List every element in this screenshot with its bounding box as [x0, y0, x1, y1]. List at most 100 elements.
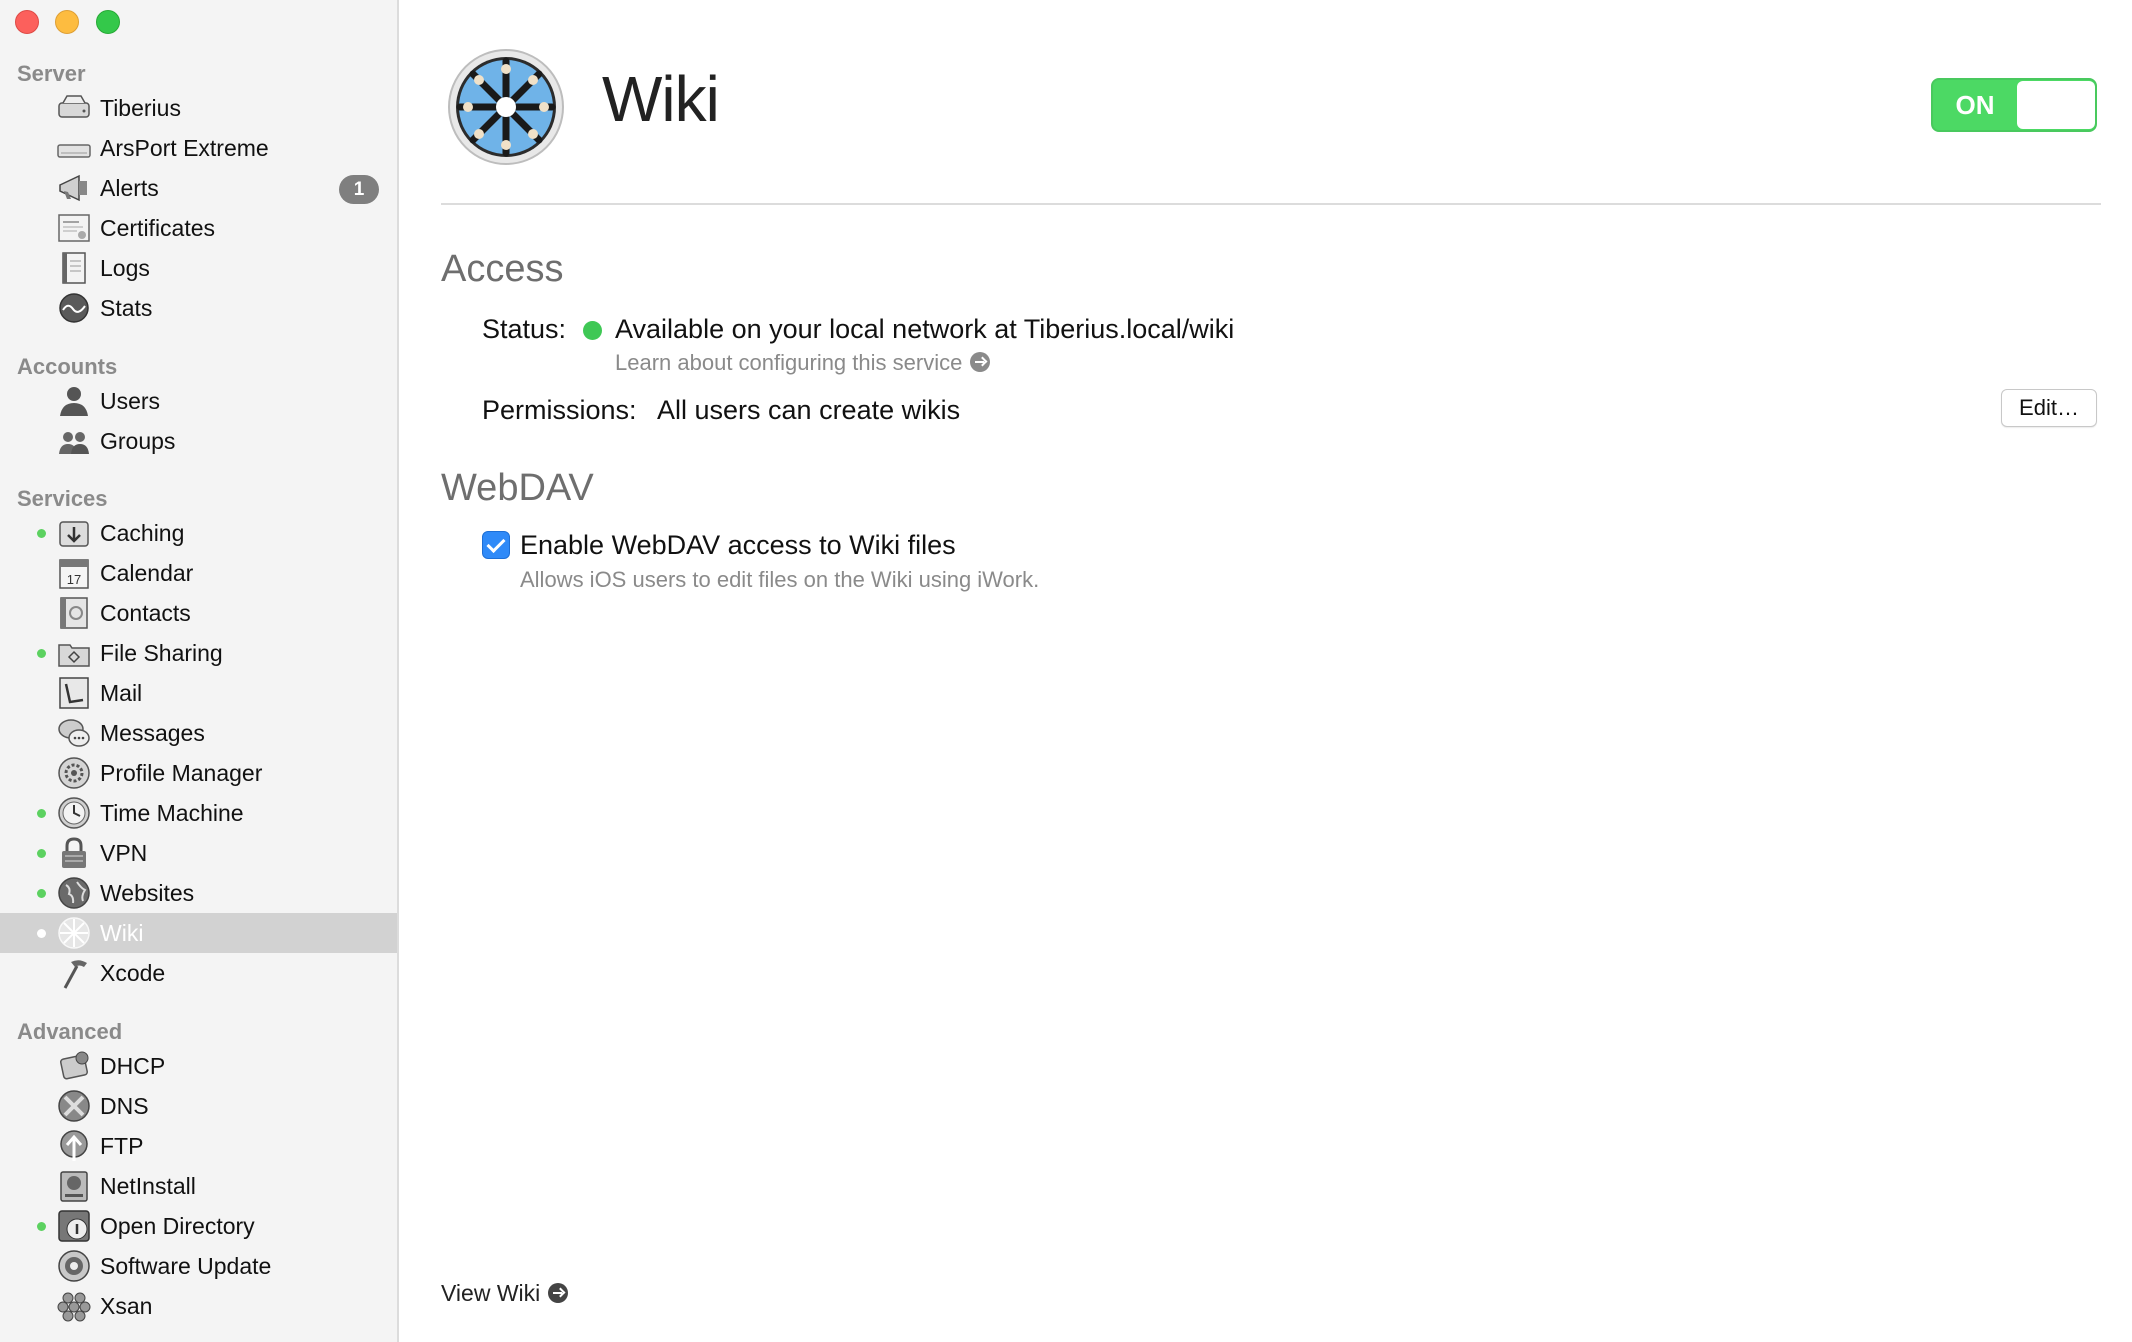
server-icon	[57, 91, 91, 125]
sidebar-item-label: Xsan	[100, 1293, 153, 1319]
permissions-label: Permissions:	[482, 395, 637, 425]
status-indicator-dot	[583, 321, 602, 340]
software-update-icon	[57, 1249, 91, 1283]
ftp-icon	[57, 1129, 91, 1163]
sidebar-item-logs[interactable]: Logs	[0, 248, 397, 288]
sidebar-item-caching[interactable]: Caching	[0, 513, 397, 553]
sidebar-item-users[interactable]: Users	[0, 381, 397, 421]
dhcp-icon	[57, 1049, 91, 1083]
enable-webdav-checkbox[interactable]	[482, 531, 510, 559]
window-minimize-button[interactable]	[55, 10, 79, 34]
main-panel: Wiki ON Access Status: Available on your…	[399, 0, 2132, 1342]
section-header-advanced: Advanced	[17, 1019, 123, 1044]
sidebar-item-vpn[interactable]: VPN	[0, 833, 397, 873]
sidebar-item-label: Alerts	[100, 175, 159, 201]
sidebar-item-groups[interactable]: Groups	[0, 421, 397, 461]
user-icon	[57, 384, 91, 418]
sidebar-item-netinstall[interactable]: NetInstall	[0, 1166, 397, 1206]
sidebar-item-software-update[interactable]: Software Update	[0, 1246, 397, 1286]
sidebar-item-dhcp[interactable]: DHCP	[0, 1046, 397, 1086]
learn-configuring-link-text: Learn about configuring this service	[615, 350, 963, 375]
sidebar-item-arsport-extreme[interactable]: ArsPort Extreme	[0, 128, 397, 168]
sidebar-item-websites[interactable]: Websites	[0, 873, 397, 913]
websites-icon	[57, 876, 91, 910]
running-indicator	[37, 809, 46, 818]
sidebar-item-ftp[interactable]: FTP	[0, 1126, 397, 1166]
sidebar-item-dns[interactable]: DNS	[0, 1086, 397, 1126]
sidebar-item-label: VPN	[100, 840, 148, 866]
running-indicator	[37, 529, 46, 538]
sidebar-item-label: Open Directory	[100, 1213, 255, 1239]
access-heading: Access	[441, 248, 564, 290]
sidebar-item-calendar[interactable]: 17 Calendar	[0, 553, 397, 593]
learn-configuring-link[interactable]: Learn about configuring this service	[615, 350, 991, 376]
contacts-icon	[57, 596, 91, 630]
edit-permissions-button[interactable]: Edit…	[2001, 389, 2097, 427]
arrow-right-circle-icon	[970, 352, 991, 373]
sidebar-item-label: DHCP	[100, 1053, 166, 1079]
netinstall-icon	[57, 1169, 91, 1203]
sidebar-item-label: Stats	[100, 295, 153, 321]
sidebar-item-contacts[interactable]: Contacts	[0, 593, 397, 633]
window-zoom-button[interactable]	[96, 10, 120, 34]
calendar-icon: 17	[57, 556, 91, 590]
sidebar-item-label: Software Update	[100, 1253, 272, 1279]
sidebar-item-label: Profile Manager	[100, 760, 263, 786]
certificate-icon	[57, 211, 91, 245]
messages-icon	[57, 716, 91, 750]
running-indicator	[37, 849, 46, 858]
sidebar-item-label: Websites	[100, 880, 195, 906]
sidebar-item-label: Logs	[100, 255, 150, 281]
airport-icon	[57, 131, 91, 165]
group-icon	[57, 424, 91, 458]
section-header-services: Services	[17, 486, 108, 511]
sidebar-item-xsan[interactable]: Xsan	[0, 1286, 397, 1326]
sidebar-item-label: Tiberius	[100, 95, 181, 121]
running-indicator	[37, 1222, 46, 1231]
webdav-description: Allows iOS users to edit files on the Wi…	[520, 567, 1040, 592]
alerts-count-badge: 1	[339, 175, 379, 204]
sidebar-item-time-machine[interactable]: Time Machine	[0, 793, 397, 833]
sidebar-item-label: Messages	[100, 720, 205, 746]
sidebar-item-label: NetInstall	[100, 1173, 196, 1199]
caching-icon	[57, 516, 91, 550]
arrow-right-circle-icon	[548, 1282, 569, 1303]
sidebar-item-label: Time Machine	[100, 800, 244, 826]
sidebar-item-label: Caching	[100, 520, 185, 546]
xcode-icon	[57, 956, 91, 990]
service-on-off-toggle[interactable]: ON	[1931, 78, 2097, 132]
enable-webdav-label[interactable]: Enable WebDAV access to Wiki files	[520, 530, 956, 561]
page-title: Wiki	[602, 63, 720, 135]
sidebar-item-mail[interactable]: Mail	[0, 673, 397, 713]
svg-text:17: 17	[67, 572, 81, 587]
sidebar-item-messages[interactable]: Messages	[0, 713, 397, 753]
sidebar-item-label: ArsPort Extreme	[100, 135, 269, 161]
sidebar-item-xcode[interactable]: Xcode	[0, 953, 397, 993]
view-wiki-link[interactable]: View Wiki	[441, 1280, 569, 1307]
sidebar-item-label: Users	[100, 388, 161, 414]
sidebar-item-tiberius[interactable]: Tiberius	[0, 88, 397, 128]
sidebar-item-alerts[interactable]: Alerts 1	[0, 168, 397, 208]
toggle-knob[interactable]	[2017, 81, 2095, 129]
wiki-icon	[57, 916, 91, 950]
header-divider	[441, 203, 2101, 205]
sidebar-item-open-directory[interactable]: Open Directory	[0, 1206, 397, 1246]
toggle-on-label: ON	[1955, 90, 1995, 120]
file-sharing-icon	[57, 636, 91, 670]
sidebar-item-label: DNS	[100, 1093, 149, 1119]
mail-icon	[57, 676, 91, 710]
running-indicator	[37, 889, 46, 898]
log-icon	[57, 251, 91, 285]
running-indicator	[37, 649, 46, 658]
sidebar-item-certificates[interactable]: Certificates	[0, 208, 397, 248]
vpn-icon	[57, 836, 91, 870]
view-wiki-link-text: View Wiki	[441, 1280, 541, 1306]
dns-icon	[57, 1089, 91, 1123]
sidebar-item-wiki[interactable]: Wiki	[0, 913, 397, 953]
sidebar-item-stats[interactable]: Stats	[0, 288, 397, 328]
window-close-button[interactable]	[15, 10, 39, 34]
sidebar-item-profile-manager[interactable]: Profile Manager	[0, 753, 397, 793]
sidebar-item-file-sharing[interactable]: File Sharing	[0, 633, 397, 673]
status-label: Status:	[482, 314, 567, 344]
sidebar-item-label: Wiki	[100, 920, 144, 946]
